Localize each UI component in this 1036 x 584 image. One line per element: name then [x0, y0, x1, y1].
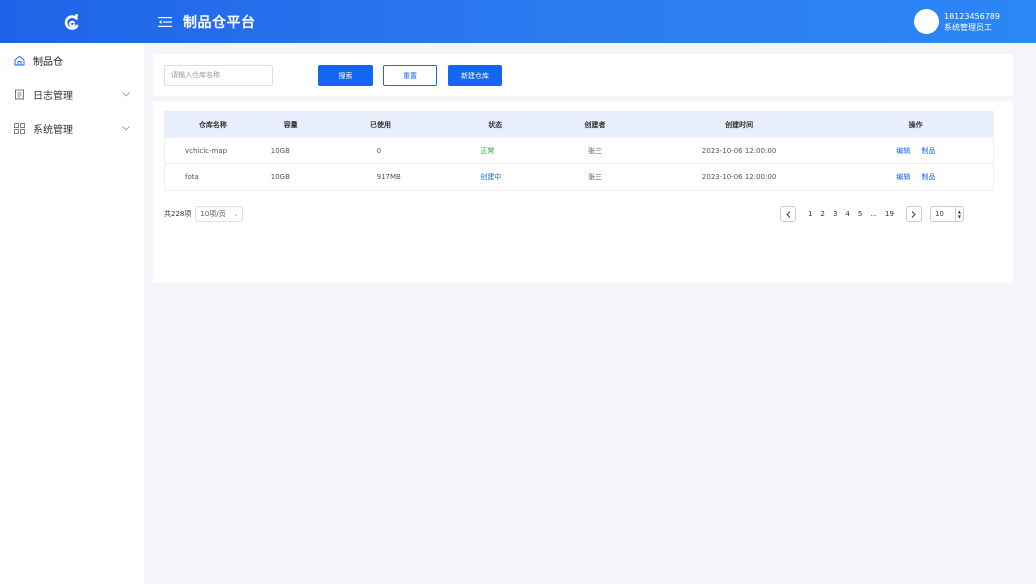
repository-name-search-input[interactable]: 请输入仓库名称	[164, 65, 273, 86]
page-jump-value: 10	[934, 210, 944, 218]
edit-link[interactable]: 编辑	[896, 173, 910, 181]
document-icon	[13, 88, 25, 100]
page-ellipsis[interactable]: ...	[870, 210, 877, 218]
stepper-icon[interactable]: ▲ ▼	[954, 207, 963, 221]
created-time-cell: 2023-10-06 12:00:00	[701, 146, 777, 155]
search-button[interactable]: 搜索	[318, 65, 373, 86]
column-header: 已使用	[369, 120, 391, 129]
page-number[interactable]: 4	[845, 210, 849, 218]
artifacts-link[interactable]: 制品	[922, 147, 936, 155]
creator-cell: 张三	[588, 146, 603, 155]
repo-name-cell: fota	[185, 173, 199, 181]
sidebar-item-label: 系统管理	[33, 124, 73, 136]
new-repository-button[interactable]: 新建仓库	[448, 65, 502, 86]
sidebar-item-label: 制品仓	[33, 56, 63, 68]
column-header: 状态	[488, 120, 503, 129]
column-header: 创建者	[584, 120, 606, 129]
actions-cell: 编辑 制品	[838, 172, 993, 182]
pagination-total: 共228项 10项/页 ⌄	[164, 206, 244, 222]
page-numbers: 1 2 3 4 5 ... 19	[804, 210, 898, 218]
table-row: fota 10GB 917MB 创建中 张三 2023-10-06 12:00:…	[165, 164, 993, 190]
chevron-down-icon	[122, 89, 132, 99]
actions-cell: 编辑 制品	[838, 146, 993, 156]
used-cell: 0	[376, 146, 382, 155]
sidebar-item-repository[interactable]: 制品仓	[0, 43, 144, 77]
user-role: 系统管理员工	[944, 22, 992, 32]
sidebar-item-system[interactable]: 系统管理	[0, 111, 144, 145]
page-number[interactable]: 19	[885, 210, 894, 218]
pagination: 1 2 3 4 5 ... 19 10 ▲ ▼	[780, 206, 964, 222]
page-size-value: 10项/页	[200, 210, 226, 218]
page-size-select[interactable]: 10项/页 ⌄	[195, 206, 244, 222]
total-count: 共228项	[164, 210, 192, 218]
used-cell: 917MB	[376, 173, 401, 181]
edit-link[interactable]: 编辑	[896, 147, 910, 155]
page-number[interactable]: 3	[833, 210, 837, 218]
menu-fold-icon[interactable]	[158, 16, 172, 28]
user-phone: 18123456789	[944, 11, 1000, 21]
table-row: vchiclc-map 10GB 0 正常 张三 2023-10-06 12:0…	[165, 138, 993, 164]
column-header: 容量	[283, 120, 298, 129]
top-header: 制品仓平台 18123456789 系统管理员工	[0, 0, 1036, 43]
brand-logo-icon	[64, 13, 79, 30]
chevron-down-icon	[122, 123, 132, 133]
page-jump-input[interactable]: 10 ▲ ▼	[929, 206, 964, 222]
created-time-cell: 2023-10-06 12:00:00	[701, 173, 777, 181]
column-header: 创建时间	[725, 120, 754, 129]
chevron-left-icon	[785, 210, 790, 218]
status-cell: 正常	[480, 146, 495, 155]
capacity-cell: 10GB	[270, 146, 290, 155]
creator-cell: 张三	[588, 173, 603, 181]
sidebar: 制品仓 日志管理 系统管理	[0, 43, 144, 584]
capacity-cell: 10GB	[270, 173, 290, 181]
page-number[interactable]: 5	[858, 210, 862, 218]
page-number[interactable]: 1	[808, 210, 812, 218]
page-number[interactable]: 2	[820, 210, 824, 218]
app-title: 制品仓平台	[183, 14, 256, 31]
avatar[interactable]	[914, 9, 939, 34]
repository-table: 仓库名称 容量 已使用 状态 创建者 创建时间 操作 vchiclc-map 1…	[164, 111, 994, 191]
home-icon	[13, 54, 25, 66]
artifacts-link[interactable]: 制品	[922, 173, 936, 181]
sidebar-item-label: 日志管理	[33, 90, 73, 102]
table-header-row: 仓库名称 容量 已使用 状态 创建者 创建时间 操作	[165, 112, 993, 138]
search-panel: 请输入仓库名称 搜索 重置 新建仓库	[153, 54, 1013, 96]
grid-icon	[13, 122, 25, 134]
chevron-down-icon: ⌄	[233, 210, 239, 218]
user-menu[interactable]: 18123456789 系统管理员工	[914, 9, 1000, 34]
repo-name-cell: vchiclc-map	[185, 146, 228, 155]
prev-page-button[interactable]	[780, 206, 796, 222]
chevron-right-icon	[912, 210, 917, 218]
sidebar-item-logs[interactable]: 日志管理	[0, 77, 144, 111]
column-header: 操作	[908, 120, 923, 129]
status-cell: 创建中	[480, 173, 502, 181]
brand-logo[interactable]	[0, 0, 144, 43]
reset-button[interactable]: 重置	[383, 65, 437, 86]
column-header: 仓库名称	[198, 120, 227, 129]
user-info: 18123456789 系统管理员工	[944, 11, 1000, 33]
table-panel: 仓库名称 容量 已使用 状态 创建者 创建时间 操作 vchiclc-map 1…	[153, 101, 1013, 283]
next-page-button[interactable]	[905, 206, 922, 222]
